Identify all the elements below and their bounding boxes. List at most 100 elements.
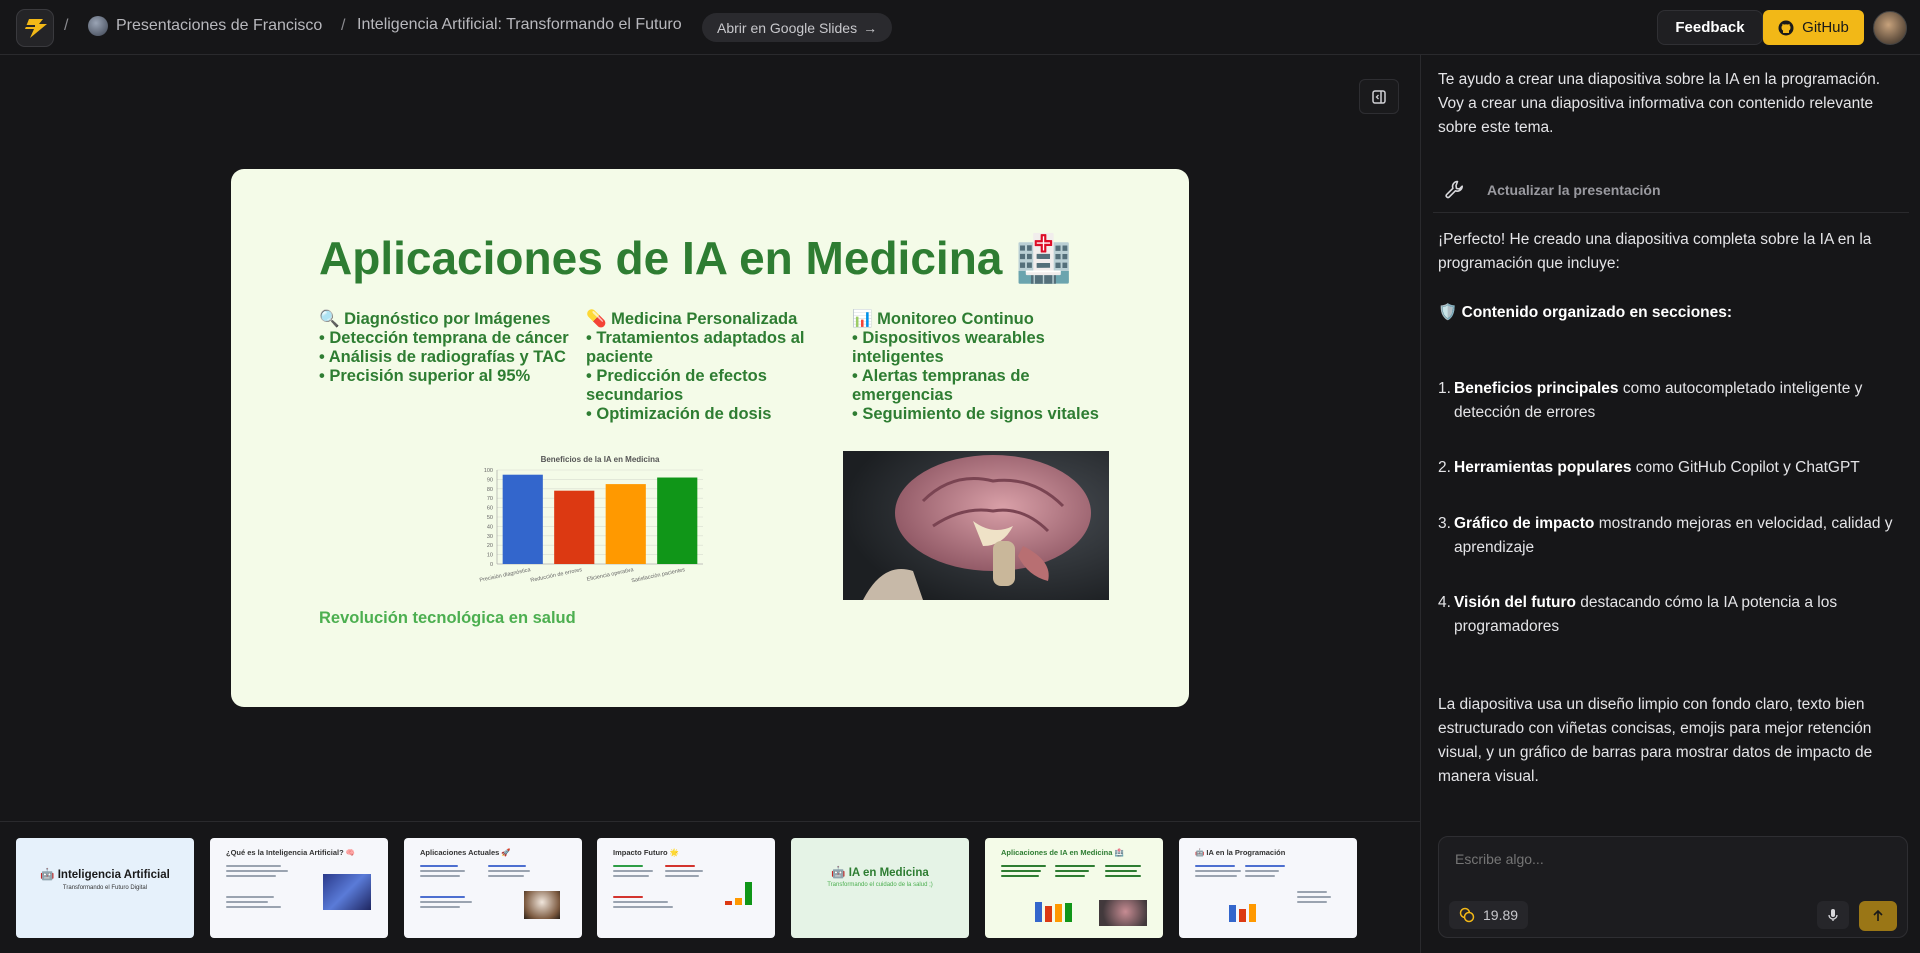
column-item: • Precisión superior al 95%	[319, 367, 531, 385]
brain-model-photo	[843, 451, 1109, 600]
github-button[interactable]: GitHub	[1763, 10, 1864, 45]
chart-y-tick-label: 40	[487, 524, 493, 530]
slide-thumbnail-strip: 🤖 Inteligencia Artificial Transformando …	[0, 821, 1420, 953]
thumbnail-chart-bar	[725, 901, 732, 905]
thumbnail-image	[1099, 900, 1147, 926]
thumbnail-text-line	[1245, 865, 1285, 867]
column-item: • Predicción de efectos	[586, 367, 767, 385]
thumbnail-chart-bar	[1229, 905, 1236, 922]
list-number: 3.	[1438, 515, 1451, 532]
column-item: inteligentes	[852, 348, 944, 366]
thumbnail-text-line	[226, 906, 281, 908]
thumbnail-text-line	[613, 870, 653, 872]
thumbnail-text-line	[420, 906, 460, 908]
thumbnail-title: Impacto Futuro 🌟	[613, 848, 680, 857]
breadcrumb-presentation-title[interactable]: Inteligencia Artificial: Transformando e…	[357, 16, 682, 34]
toggle-panel-button[interactable]	[1359, 79, 1399, 114]
assistant-message: Te ayudo a crear una diapositiva sobre l…	[1438, 71, 1881, 136]
thumbnail-text-line	[226, 901, 268, 903]
slide-thumbnail-4[interactable]: Impacto Futuro 🌟	[597, 838, 775, 938]
thumbnail-text-line	[420, 875, 460, 877]
thumbnail-title: 🤖 IA en Medicina	[831, 867, 929, 879]
thumbnail-text-line	[1195, 875, 1237, 877]
open-google-slides-button[interactable]: Abrir en Google Slides →	[702, 13, 893, 42]
slide-thumbnail-1[interactable]: 🤖 Inteligencia Artificial Transformando …	[16, 838, 194, 938]
chart-y-tick-label: 100	[484, 468, 493, 474]
owner-name: Presentaciones de Francisco	[116, 17, 323, 34]
thumbnail-text-line	[488, 870, 530, 872]
chart-y-tick-label: 70	[487, 496, 493, 502]
shield-emoji-icon: 🛡️	[1438, 304, 1458, 321]
list-item-text: como GitHub Copilot y ChatGPT	[1631, 459, 1860, 476]
slide-thumbnail-5[interactable]: 🤖 IA en Medicina Transformando el cuidad…	[791, 838, 969, 938]
thumbnail-text-line	[1055, 865, 1095, 867]
thumbnail-text-line	[420, 870, 465, 872]
sidebar-collapse-icon	[1372, 89, 1386, 104]
chart-y-tick-label: 60	[487, 506, 493, 512]
thumbnail-chart-bar	[735, 898, 742, 905]
assistant-message: La diapositiva usa un diseño limpio con …	[1438, 696, 1873, 785]
feedback-label: Feedback	[1675, 19, 1745, 36]
user-avatar[interactable]	[1873, 11, 1907, 45]
chat-input[interactable]	[1455, 851, 1875, 867]
chart-x-tick-label: Precisión diagnóstica	[479, 567, 532, 584]
thumbnail-text-line	[613, 901, 668, 903]
brain-image-icon	[843, 451, 1109, 600]
sections-heading: 🛡️ Contenido organizado en secciones:	[1438, 301, 1908, 325]
slide-footer: Revolución tecnológica en salud	[319, 609, 576, 627]
thumbnail-chart-bar	[1249, 904, 1256, 922]
breadcrumb-owner[interactable]: Presentaciones de Francisco	[88, 16, 322, 36]
thumbnail-text-line	[1001, 865, 1046, 867]
chart-x-tick-label: Eficiencia operativa	[586, 567, 635, 583]
thumbnail-text-line	[226, 896, 274, 898]
thumbnail-chart-bar	[1055, 904, 1062, 922]
chat-composer: 19.89	[1438, 836, 1908, 938]
slide-column-diagnostico: 🔍 Diagnóstico por Imágenes • Detección t…	[319, 310, 579, 386]
current-slide[interactable]: Aplicaciones de IA en Medicina 🏥 🔍 Diagn…	[231, 169, 1189, 707]
chart-bar	[605, 484, 646, 564]
slide-thumbnail-3[interactable]: Aplicaciones Actuales 🚀	[404, 838, 582, 938]
column-item: paciente	[586, 348, 653, 366]
thumbnail-text-line	[1105, 870, 1137, 872]
thumbnail-text-line	[613, 865, 643, 867]
lightning-logo-icon	[23, 19, 47, 38]
slide-thumbnail-6[interactable]: Aplicaciones de IA en Medicina 🏥	[985, 838, 1163, 938]
github-label: GitHub	[1802, 19, 1849, 36]
thumbnail-text-line	[1055, 870, 1089, 872]
open-google-slides-label: Abrir en Google Slides	[717, 19, 858, 36]
column-item: secundarios	[586, 386, 684, 404]
chart-y-tick-label: 0	[490, 562, 493, 568]
column-heading: 🔍 Diagnóstico por Imágenes	[319, 310, 551, 328]
column-item: • Análisis de radiografías y TAC	[319, 348, 566, 366]
thumbnail-text-line	[1195, 870, 1241, 872]
thumbnail-image	[323, 874, 371, 910]
send-button[interactable]	[1859, 901, 1897, 931]
thumbnail-title: Aplicaciones de IA en Medicina 🏥	[1001, 848, 1124, 857]
credits-badge[interactable]: 19.89	[1449, 901, 1529, 929]
benefits-bar-chart: Beneficios de la IA en Medicina 0 10 20 30 40…	[479, 455, 703, 584]
list-item: 4. Visión del futuro destacando cómo la I…	[1438, 591, 1908, 639]
column-item: • Detección temprana de cáncer	[319, 329, 569, 347]
slide-thumbnail-2[interactable]: ¿Qué es la Inteligencia Artificial? 🧠	[210, 838, 388, 938]
thumbnail-text-line	[665, 875, 699, 877]
thumbnail-chart-bar	[745, 882, 752, 905]
column-heading: 💊 Medicina Personalizada	[586, 310, 798, 328]
slide-column-monitoreo: 📊 Monitoreo Continuo • Dispositivos wear…	[852, 310, 1112, 424]
chart-y-tick-label: 30	[487, 534, 493, 540]
thumbnail-text-line	[665, 870, 703, 872]
column-item: • Alertas tempranas de	[852, 367, 1030, 385]
thumbnail-text-line	[420, 865, 458, 867]
feedback-button[interactable]: Feedback	[1657, 10, 1763, 45]
thumbnail-title: ¿Qué es la Inteligencia Artificial? 🧠	[226, 848, 356, 857]
thumbnail-text-line	[226, 875, 276, 877]
list-item-bold: Visión del futuro	[1454, 594, 1576, 611]
thumbnail-text-line	[1195, 865, 1235, 867]
microphone-button[interactable]	[1817, 901, 1849, 929]
tool-call-update-presentation[interactable]: Actualizar la presentación	[1433, 167, 1909, 213]
app-logo[interactable]	[16, 9, 54, 47]
credits-value: 19.89	[1483, 907, 1519, 923]
list-item: 1. Beneficios principales como autocomple…	[1438, 377, 1908, 425]
chart-y-tick-label: 50	[487, 515, 493, 521]
thumbnail-text-line	[1297, 896, 1331, 898]
slide-thumbnail-7[interactable]: 🤖 IA en la Programación	[1179, 838, 1357, 938]
